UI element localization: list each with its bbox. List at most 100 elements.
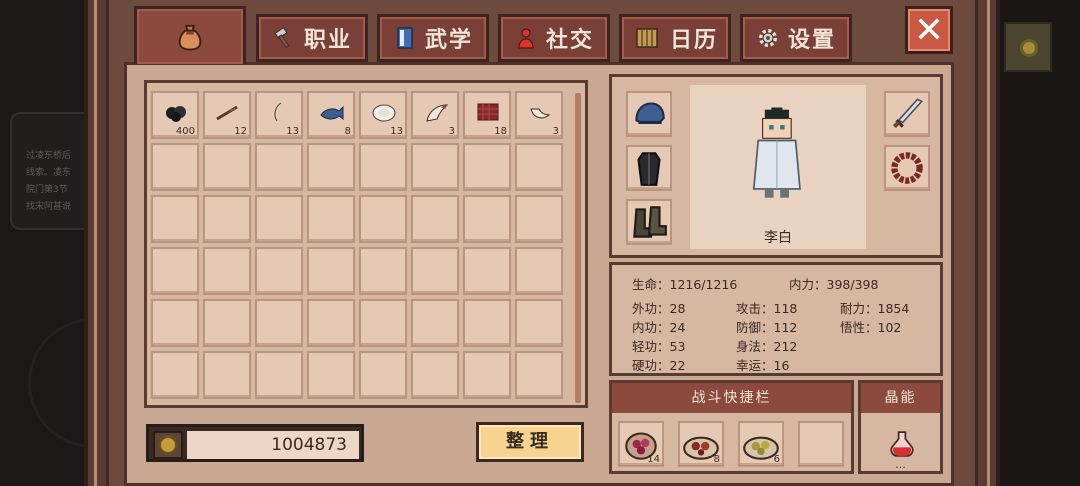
stat-value: 幸运：16 [736,358,790,373]
inventory-slot-empty[interactable] [359,195,407,243]
inventory-slot-empty[interactable] [151,299,199,347]
inventory-slot-empty[interactable] [255,143,303,191]
inventory-slot-empty[interactable] [515,143,563,191]
boots-slot[interactable] [626,199,672,245]
inventory-slot-empty[interactable] [255,299,303,347]
tab-settings[interactable]: 设置 [740,14,852,62]
item-count: 8 [713,454,720,465]
inventory-slot-empty[interactable] [203,195,251,243]
character-sprite [752,107,801,198]
item-count: 3 [552,126,559,137]
inventory-slot-empty[interactable] [255,247,303,295]
stat-value: 防御：112 [736,320,798,335]
inventory-slot-empty[interactable] [255,351,303,399]
background-right [995,0,1080,486]
boots-icon [633,206,667,238]
inventory-grid-panel: 400 12 13 8 13 3 18 3 [144,80,588,408]
quickbar-title: 战斗快捷栏 [612,383,851,413]
tab-profession[interactable]: 职业 [256,14,368,62]
inventory-slot[interactable]: 18 [463,91,511,139]
close-icon: ✕ [913,9,945,51]
inventory-slot[interactable]: 3 [515,91,563,139]
inventory-slot-empty[interactable] [463,143,511,191]
potion-icon[interactable] [885,427,919,461]
inventory-slot[interactable]: 12 [203,91,251,139]
quickbar-slot[interactable]: 14 [618,421,664,467]
inventory-slot-empty[interactable] [515,351,563,399]
money-display: 1004873 [146,424,364,462]
inventory-slot[interactable]: 13 [359,91,407,139]
inventory-slot-empty[interactable] [307,247,355,295]
inventory-slot-empty[interactable] [411,143,459,191]
sword-icon [892,98,923,129]
inventory-slot-empty[interactable] [515,195,563,243]
tab-label: 社交 [545,28,594,53]
inventory-slot-empty[interactable] [463,299,511,347]
stat-value: 攻击：118 [736,301,798,316]
inventory-slot-empty[interactable] [307,195,355,243]
inventory-slot-empty[interactable] [411,299,459,347]
tab-calendar[interactable]: 日历 [619,14,731,62]
inventory-slot-empty[interactable] [151,247,199,295]
tab-bag[interactable] [134,6,246,64]
inventory-slot-empty[interactable] [359,299,407,347]
inventory-slot-empty[interactable] [203,351,251,399]
stat-value: 耐力：1854 [840,301,910,316]
tab-martial-arts[interactable]: 武学 [377,14,489,62]
item-count: 14 [647,454,660,465]
inventory-slot-empty[interactable] [411,351,459,399]
item-count: 6 [773,454,780,465]
stat-hp: 生命：1216/1216 [632,277,738,292]
crystal-title: 晶能 [861,383,940,413]
inventory-slot[interactable]: 3 [411,91,459,139]
inventory-slot[interactable]: 400 [151,91,199,139]
weather-sun-icon[interactable] [1004,22,1052,72]
inventory-slot-empty[interactable] [151,143,199,191]
accessory-slot[interactable] [884,145,930,191]
inventory-slot-empty[interactable] [515,247,563,295]
inventory-slot-empty[interactable] [203,143,251,191]
hammer-icon [274,26,290,49]
weapon-slot[interactable] [884,91,930,137]
inventory-slot[interactable]: 13 [255,91,303,139]
inventory-slot-empty[interactable] [203,247,251,295]
inventory-slot-empty[interactable] [463,351,511,399]
fabric-icon [477,103,499,121]
inventory-slot-empty[interactable] [463,195,511,243]
inventory-slot-empty[interactable] [359,351,407,399]
sort-button[interactable]: 整理 [476,422,584,462]
inventory-slot[interactable]: 8 [307,91,355,139]
quickbar-slot-empty[interactable] [798,421,844,467]
hat-icon [635,102,665,124]
hook-icon [273,101,282,122]
inventory-slot-empty[interactable] [411,195,459,243]
bag-icon [178,24,202,50]
inventory-slot-empty[interactable] [151,195,199,243]
tab-label: 设置 [787,28,836,53]
inventory-slot-empty[interactable] [255,195,303,243]
robe-icon [637,152,661,186]
coal-icon [166,106,186,122]
inventory-slot-empty[interactable] [203,299,251,347]
inventory-slot-empty[interactable] [307,299,355,347]
stat-value: 身法：212 [736,339,798,354]
inventory-slot-empty[interactable] [515,299,563,347]
tab-social[interactable]: 社交 [498,14,610,62]
quickbar-slot[interactable]: 8 [678,421,724,467]
inventory-slot-empty[interactable] [463,247,511,295]
item-count: ... [895,458,906,471]
inventory-slot-empty[interactable] [411,247,459,295]
inventory-slot-empty[interactable] [359,247,407,295]
stat-value: 硬功：22 [632,358,686,373]
hat-slot[interactable] [626,91,672,137]
inventory-slot-empty[interactable] [307,143,355,191]
robe-slot[interactable] [626,145,672,191]
inventory-slot-empty[interactable] [307,351,355,399]
inventory-slot-empty[interactable] [359,143,407,191]
quickbar-slot[interactable]: 6 [738,421,784,467]
crystal-energy-panel: 晶能 ... [858,380,943,474]
inventory-slot-empty[interactable] [151,351,199,399]
close-button[interactable]: ✕ [905,6,953,54]
inventory-scrollbar[interactable] [575,93,581,403]
money-amount: 1004873 [187,431,359,459]
